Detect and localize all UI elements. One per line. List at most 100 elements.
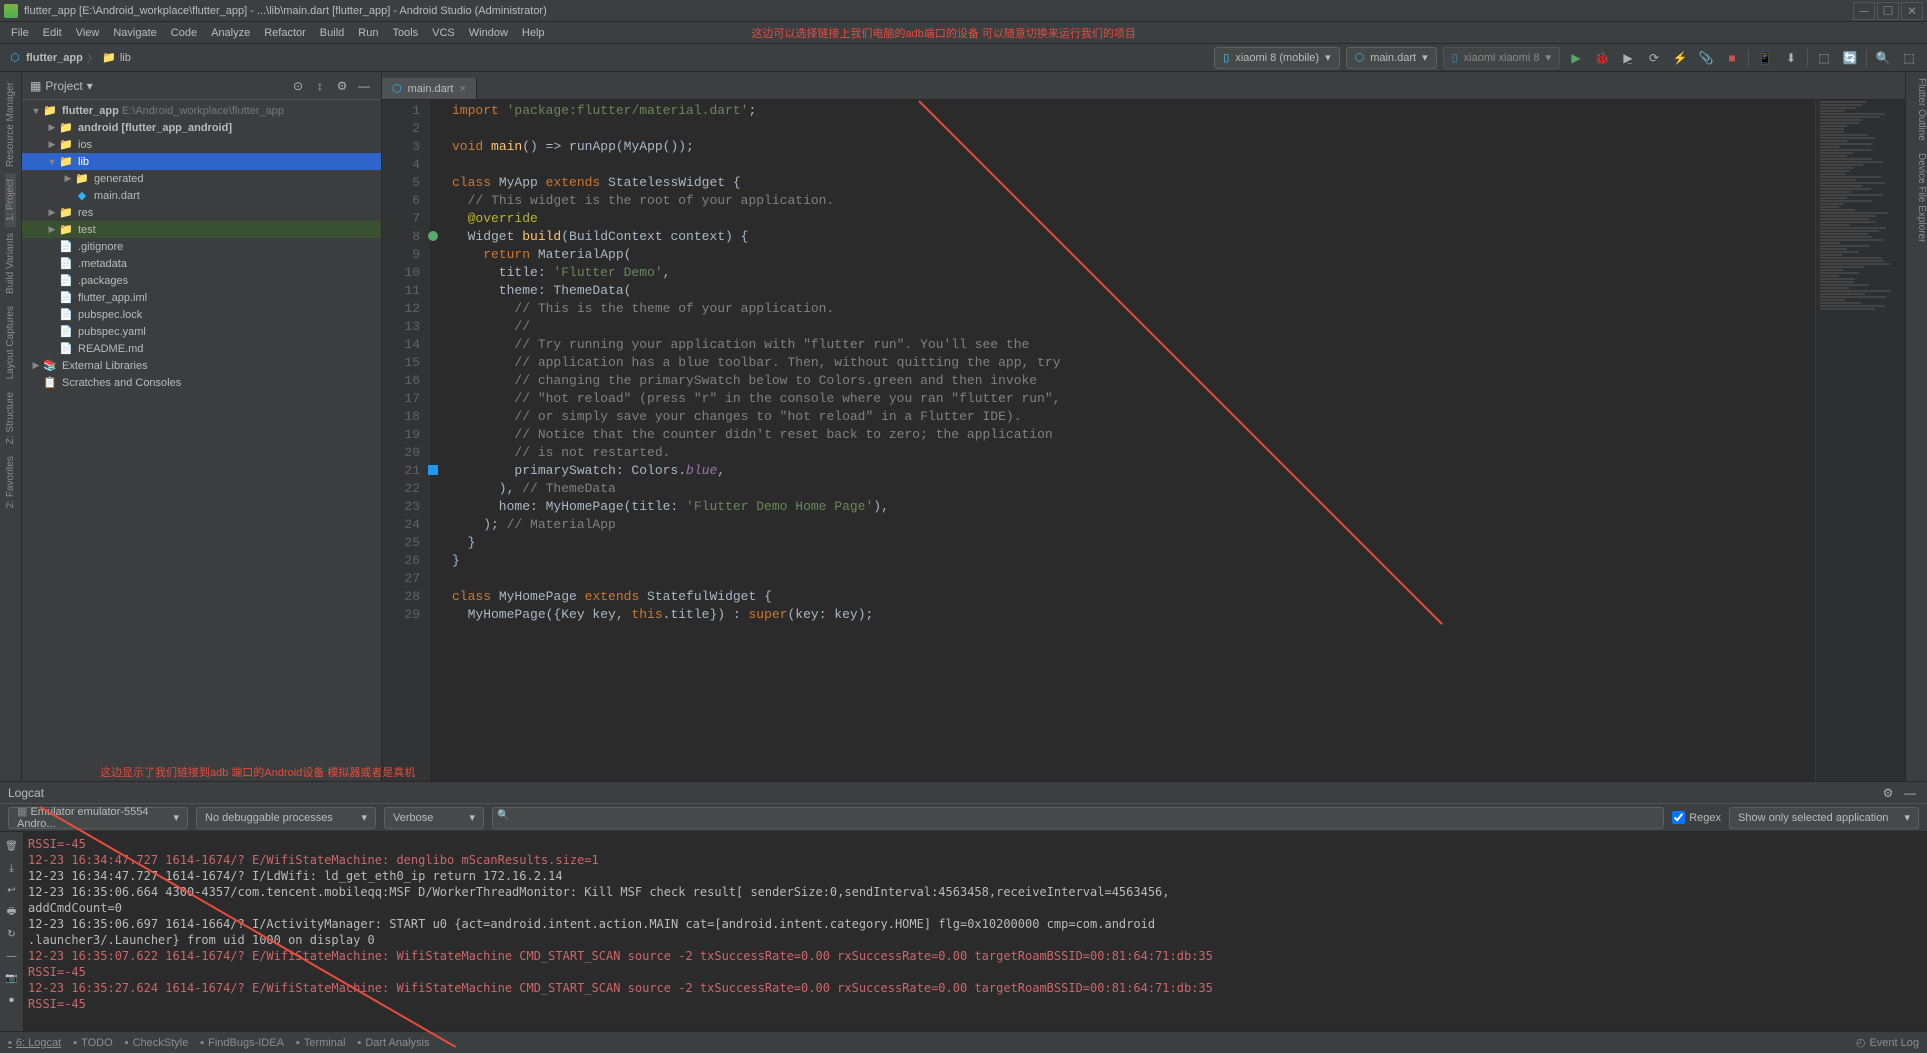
sidebar-title[interactable]: Project — [45, 79, 82, 93]
breadcrumb-folder[interactable]: lib — [120, 52, 131, 64]
settings-icon[interactable]: ⚙ — [1879, 784, 1897, 802]
sync-button[interactable]: 🔄 — [1840, 48, 1860, 68]
run-button[interactable]: ▶ — [1566, 48, 1586, 68]
search-button[interactable]: 🔍 — [1873, 48, 1893, 68]
menu-edit[interactable]: Edit — [36, 25, 69, 41]
menu-tools[interactable]: Tools — [385, 25, 425, 41]
tree-node[interactable]: 📋Scratches and Consoles — [22, 374, 381, 391]
project-tree[interactable]: ▼📁flutter_app E:\Android_workplace\flutt… — [22, 100, 381, 781]
logcat-side-toolbar: 🗑 ⤓ ↩ 🖶 ↻ — 📷 ⏺ — [0, 832, 24, 1031]
chevron-down-icon: ▾ — [469, 811, 475, 824]
editor-tab-main[interactable]: ⬡ main.dart × — [382, 78, 477, 99]
stop-button[interactable]: ■ — [1722, 48, 1742, 68]
status-checkstyle[interactable]: ▪CheckStyle — [125, 1037, 189, 1049]
logcat-title[interactable]: Logcat — [8, 786, 44, 800]
rail-2-favorites[interactable]: 2: Favorites — [5, 450, 16, 514]
tree-node[interactable]: ▶📁ios — [22, 136, 381, 153]
editor-gutter[interactable]: 1234567891011121314151617181920212223242… — [382, 100, 430, 781]
print-icon[interactable]: 🖶 — [4, 904, 20, 920]
tree-node[interactable]: 📄.gitignore — [22, 238, 381, 255]
tree-node[interactable]: 📄README.md — [22, 340, 381, 357]
menu-navigate[interactable]: Navigate — [106, 25, 163, 41]
restart-icon[interactable]: ↻ — [4, 926, 20, 942]
tree-node[interactable]: 📄.packages — [22, 272, 381, 289]
close-button[interactable]: ✕ — [1901, 2, 1923, 20]
coverage-button[interactable]: ▶̤ — [1618, 48, 1638, 68]
project-structure-button[interactable]: ⬚ — [1814, 48, 1834, 68]
tree-node[interactable]: 📄.metadata — [22, 255, 381, 272]
rail-layout-captures[interactable]: Layout Captures — [5, 300, 16, 385]
status-findbugs-idea[interactable]: ▪FindBugs-IDEA — [200, 1037, 284, 1049]
tree-node[interactable]: ▶📁generated — [22, 170, 381, 187]
device-selector-2[interactable]: ▯ xiaomi xiaomi 8 ▾ — [1443, 47, 1560, 69]
menu-code[interactable]: Code — [164, 25, 204, 41]
logcat-filter-selector[interactable]: Show only selected application ▾ — [1729, 807, 1919, 829]
log-line: 12-23 16:35:07.622 1614-1674/? E/WifiSta… — [28, 948, 1923, 964]
tree-node[interactable]: ▶📁android [flutter_app_android] — [22, 119, 381, 136]
tree-node[interactable]: 📄flutter_app.iml — [22, 289, 381, 306]
tree-node[interactable]: ▶📁res — [22, 204, 381, 221]
menu-file[interactable]: File — [4, 25, 36, 41]
menu-vcs[interactable]: VCS — [425, 25, 462, 41]
project-sidebar: ▦ Project ▾ ⊙ ↕ ⚙ — ▼📁flutter_app E:\And… — [22, 72, 382, 781]
menu-help[interactable]: Help — [515, 25, 552, 41]
attach-button[interactable]: 📎 — [1696, 48, 1716, 68]
scroll-end-icon[interactable]: ⤓ — [4, 860, 20, 876]
wrap-icon[interactable]: ↩ — [4, 882, 20, 898]
logcat-output[interactable]: RSSI=-4512-23 16:34:47.727 1614-1674/? E… — [24, 832, 1927, 1031]
clear-icon[interactable]: 🗑 — [4, 838, 20, 854]
status-terminal[interactable]: ▪Terminal — [296, 1037, 345, 1049]
editor-code[interactable]: import 'package:flutter/material.dart'; … — [430, 100, 1815, 781]
menu-run[interactable]: Run — [351, 25, 385, 41]
logcat-device-selector[interactable]: ▦ Emulator emulator-5554 Andro... ▾ — [8, 807, 188, 829]
menu-window[interactable]: Window — [462, 25, 515, 41]
rail-flutter-outline[interactable]: Flutter Outline — [1906, 72, 1927, 147]
breadcrumb-project[interactable]: flutter_app — [26, 52, 83, 64]
logcat-search-input[interactable] — [492, 807, 1664, 829]
rail-build-variants[interactable]: Build Variants — [5, 227, 16, 300]
event-log-button[interactable]: ◴ Event Log — [1856, 1036, 1919, 1049]
locate-icon[interactable]: ⊙ — [289, 77, 307, 95]
screenshot-icon[interactable]: 📷 — [4, 970, 20, 986]
rail-device-file-explorer[interactable]: Device File Explorer — [1906, 147, 1927, 248]
tree-node[interactable]: ▼📁lib — [22, 153, 381, 170]
regex-checkbox[interactable]: Regex — [1672, 811, 1721, 824]
tree-node[interactable]: ▶📁test — [22, 221, 381, 238]
tree-node[interactable]: 📄pubspec.lock — [22, 306, 381, 323]
record-icon[interactable]: ⏺ — [4, 992, 20, 1008]
left-tool-rail: Resource Manager1: ProjectBuild Variants… — [0, 72, 22, 781]
status-dart-analysis[interactable]: ▪Dart Analysis — [357, 1037, 429, 1049]
editor-minimap[interactable] — [1815, 100, 1905, 781]
avd-button[interactable]: 📱 — [1755, 48, 1775, 68]
hot-reload-button[interactable]: ⚡ — [1670, 48, 1690, 68]
tree-node[interactable]: 📄pubspec.yaml — [22, 323, 381, 340]
rail-z-structure[interactable]: Z: Structure — [5, 386, 16, 450]
menu-build[interactable]: Build — [313, 25, 351, 41]
close-tab-icon[interactable]: × — [459, 83, 465, 95]
device-selector[interactable]: ▯ xiaomi 8 (mobile) ▾ — [1214, 47, 1339, 69]
tree-node[interactable]: ◆main.dart — [22, 187, 381, 204]
settings-button[interactable]: ⬚ — [1899, 48, 1919, 68]
debug-button[interactable]: 🐞 — [1592, 48, 1612, 68]
minimize-button[interactable]: ─ — [1853, 2, 1875, 20]
tree-node[interactable]: ▶📚External Libraries — [22, 357, 381, 374]
sdk-button[interactable]: ⬇ — [1781, 48, 1801, 68]
hide-icon[interactable]: — — [355, 77, 373, 95]
run-config-selector[interactable]: ⬡ main.dart ▾ — [1346, 47, 1437, 69]
logcat-level-selector[interactable]: Verbose ▾ — [384, 807, 484, 829]
settings-icon[interactable]: ⚙ — [333, 77, 351, 95]
tree-node[interactable]: ▼📁flutter_app E:\Android_workplace\flutt… — [22, 102, 381, 119]
logcat-process-selector[interactable]: No debuggable processes ▾ — [196, 807, 376, 829]
rail-1-project[interactable]: 1: Project — [5, 173, 16, 227]
status-todo[interactable]: ▪TODO — [73, 1037, 112, 1049]
menu-refactor[interactable]: Refactor — [257, 25, 313, 41]
status-6-logcat[interactable]: ▪6: Logcat — [8, 1037, 61, 1049]
menu-view[interactable]: View — [69, 25, 107, 41]
collapse-icon[interactable]: ↕ — [311, 77, 329, 95]
chevron-down-icon[interactable]: ▾ — [87, 79, 93, 93]
hide-icon[interactable]: — — [1901, 784, 1919, 802]
menu-analyze[interactable]: Analyze — [204, 25, 257, 41]
rail-resource-manager[interactable]: Resource Manager — [5, 76, 16, 173]
profile-button[interactable]: ⟳ — [1644, 48, 1664, 68]
maximize-button[interactable]: ☐ — [1877, 2, 1899, 20]
